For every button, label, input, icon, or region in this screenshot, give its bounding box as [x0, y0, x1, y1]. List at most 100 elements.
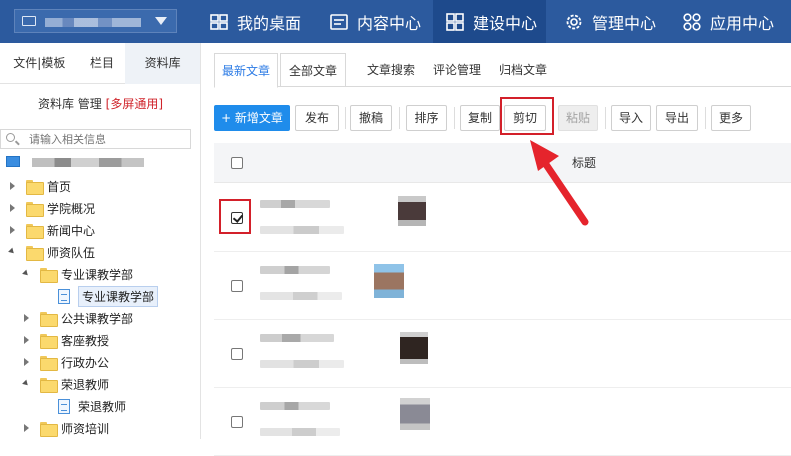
- redacted-meta: [260, 428, 340, 436]
- paste-button[interactable]: 粘贴: [558, 105, 598, 131]
- publish-button[interactable]: 发布: [295, 105, 339, 131]
- table-row[interactable]: [214, 388, 791, 456]
- sidebar-tab-library[interactable]: 资料库: [125, 43, 200, 84]
- search-input[interactable]: [29, 131, 187, 147]
- gear-icon: [564, 12, 584, 32]
- table-row[interactable]: [214, 252, 791, 320]
- tree-node-major-dept-doc[interactable]: 专业课教学部: [58, 285, 159, 307]
- library-title-text: 资料库 管理: [37, 97, 102, 111]
- library-title: 资料库 管理 [多屏通用]: [0, 95, 201, 112]
- sidebar: 文件|模板 栏目 资料库 资料库 管理 [多屏通用] 首页 学院概况 新闻中心 …: [0, 43, 201, 439]
- row-checkbox[interactable]: [231, 348, 243, 360]
- folder-icon: [40, 333, 58, 349]
- folder-icon: [26, 245, 44, 261]
- nav-my-desktop[interactable]: 我的桌面: [209, 0, 323, 43]
- expand-arrow-icon[interactable]: [22, 357, 32, 367]
- tree-node-label: 专业课教学部: [61, 267, 134, 282]
- redacted-title: [260, 402, 330, 410]
- row-checkbox[interactable]: [231, 416, 243, 428]
- add-article-button[interactable]: + 新增文章: [214, 105, 290, 131]
- tree-node-visiting-prof[interactable]: 客座教授: [22, 330, 109, 350]
- import-button[interactable]: 导入: [611, 105, 651, 131]
- tree-node-faculty[interactable]: 师资队伍: [8, 242, 95, 262]
- search-icon: [6, 133, 15, 142]
- withdraw-button[interactable]: 撤稿: [350, 105, 392, 131]
- tab-latest-articles[interactable]: 最新文章: [214, 53, 278, 88]
- tab-archived-articles[interactable]: 归档文章: [492, 53, 554, 87]
- document-icon: [58, 398, 70, 414]
- monitor-icon: [22, 16, 36, 26]
- tree-node-label: 荣退教师: [61, 377, 110, 392]
- row-checkbox[interactable]: [231, 280, 243, 292]
- sidebar-tab-columns[interactable]: 栏目: [79, 43, 126, 84]
- expand-arrow-icon[interactable]: [8, 225, 18, 235]
- sidebar-tab-files[interactable]: 文件|模板: [0, 43, 79, 84]
- nav-label: 建设中心: [473, 13, 538, 33]
- folder-icon: [40, 377, 58, 393]
- site-selector[interactable]: [14, 9, 177, 33]
- article-thumbnail: [374, 264, 404, 298]
- tab-article-search[interactable]: 文章搜索: [360, 53, 422, 87]
- tree-node-label: 学院概况: [47, 201, 96, 216]
- expand-arrow-icon[interactable]: [22, 423, 32, 433]
- toolbar-divider: [399, 107, 400, 129]
- column-header-title: 标题: [572, 156, 597, 170]
- nav-app-center[interactable]: 应用中心: [664, 0, 791, 43]
- content-icon: [329, 12, 349, 32]
- table-row[interactable]: [214, 184, 791, 252]
- tree-node-training[interactable]: 师资培训: [22, 418, 109, 438]
- tree-node-retired-doc[interactable]: 荣退教师: [58, 396, 126, 416]
- tree-node-label: 师资培训: [61, 421, 110, 436]
- toolbar-divider: [345, 107, 346, 129]
- expand-arrow-icon[interactable]: [22, 313, 32, 323]
- redacted-meta: [260, 226, 344, 234]
- select-all-checkbox[interactable]: [231, 157, 243, 169]
- tree-node-admin-office[interactable]: 行政办公: [22, 352, 109, 372]
- copy-button[interactable]: 复制: [460, 105, 500, 131]
- toolbar-divider: [454, 107, 455, 129]
- tab-comment-management[interactable]: 评论管理: [426, 53, 488, 87]
- more-button[interactable]: 更多: [711, 105, 751, 131]
- nav-build-center[interactable]: 建设中心: [433, 0, 546, 43]
- folder-icon: [40, 355, 58, 371]
- tree-node-label: 新闻中心: [47, 223, 96, 238]
- tree-node-label: 首页: [47, 179, 72, 194]
- nav-admin-center[interactable]: 管理中心: [546, 0, 664, 43]
- redacted-title: [260, 334, 334, 342]
- document-icon: [58, 288, 70, 304]
- sort-button[interactable]: 排序: [406, 105, 447, 131]
- tree-node-news[interactable]: 新闻中心: [8, 220, 95, 240]
- nav-content-center[interactable]: 内容中心: [323, 0, 433, 43]
- collapse-arrow-icon[interactable]: [8, 247, 18, 257]
- expand-arrow-icon[interactable]: [22, 335, 32, 345]
- toolbar-divider: [605, 107, 606, 129]
- folder-icon: [40, 267, 58, 283]
- tree-node-public-dept[interactable]: 公共课教学部: [22, 308, 133, 328]
- redacted-meta: [260, 360, 344, 368]
- article-tabs: 最新文章 全部文章 文章搜索 评论管理 归档文章: [214, 53, 791, 88]
- collapse-arrow-icon[interactable]: [22, 379, 32, 389]
- tree-node-home[interactable]: 首页: [8, 176, 71, 196]
- tree-node-major-dept[interactable]: 专业课教学部: [22, 264, 133, 284]
- expand-arrow-icon[interactable]: [8, 181, 18, 191]
- grid-icon: [445, 12, 465, 32]
- tree-node-about[interactable]: 学院概况: [8, 198, 95, 218]
- tree-root-site[interactable]: [6, 155, 196, 171]
- nav-label: 我的桌面: [237, 13, 302, 33]
- nav-label: 应用中心: [710, 13, 775, 33]
- expand-arrow-icon[interactable]: [8, 203, 18, 213]
- redacted-meta: [260, 292, 342, 300]
- collapse-arrow-icon[interactable]: [22, 269, 32, 279]
- site-name-redacted: [45, 18, 141, 27]
- table-row[interactable]: [214, 320, 791, 388]
- desktop-icon: [209, 12, 229, 32]
- folder-icon: [26, 201, 44, 217]
- tab-all-articles[interactable]: 全部文章: [280, 53, 346, 87]
- tree-node-retired[interactable]: 荣退教师: [22, 374, 109, 394]
- chevron-down-icon[interactable]: [155, 17, 167, 25]
- folder-icon: [26, 223, 44, 239]
- table-header: 标题: [214, 143, 791, 183]
- apps-icon: [682, 12, 702, 32]
- export-button[interactable]: 导出: [656, 105, 698, 131]
- redacted-title: [260, 266, 330, 274]
